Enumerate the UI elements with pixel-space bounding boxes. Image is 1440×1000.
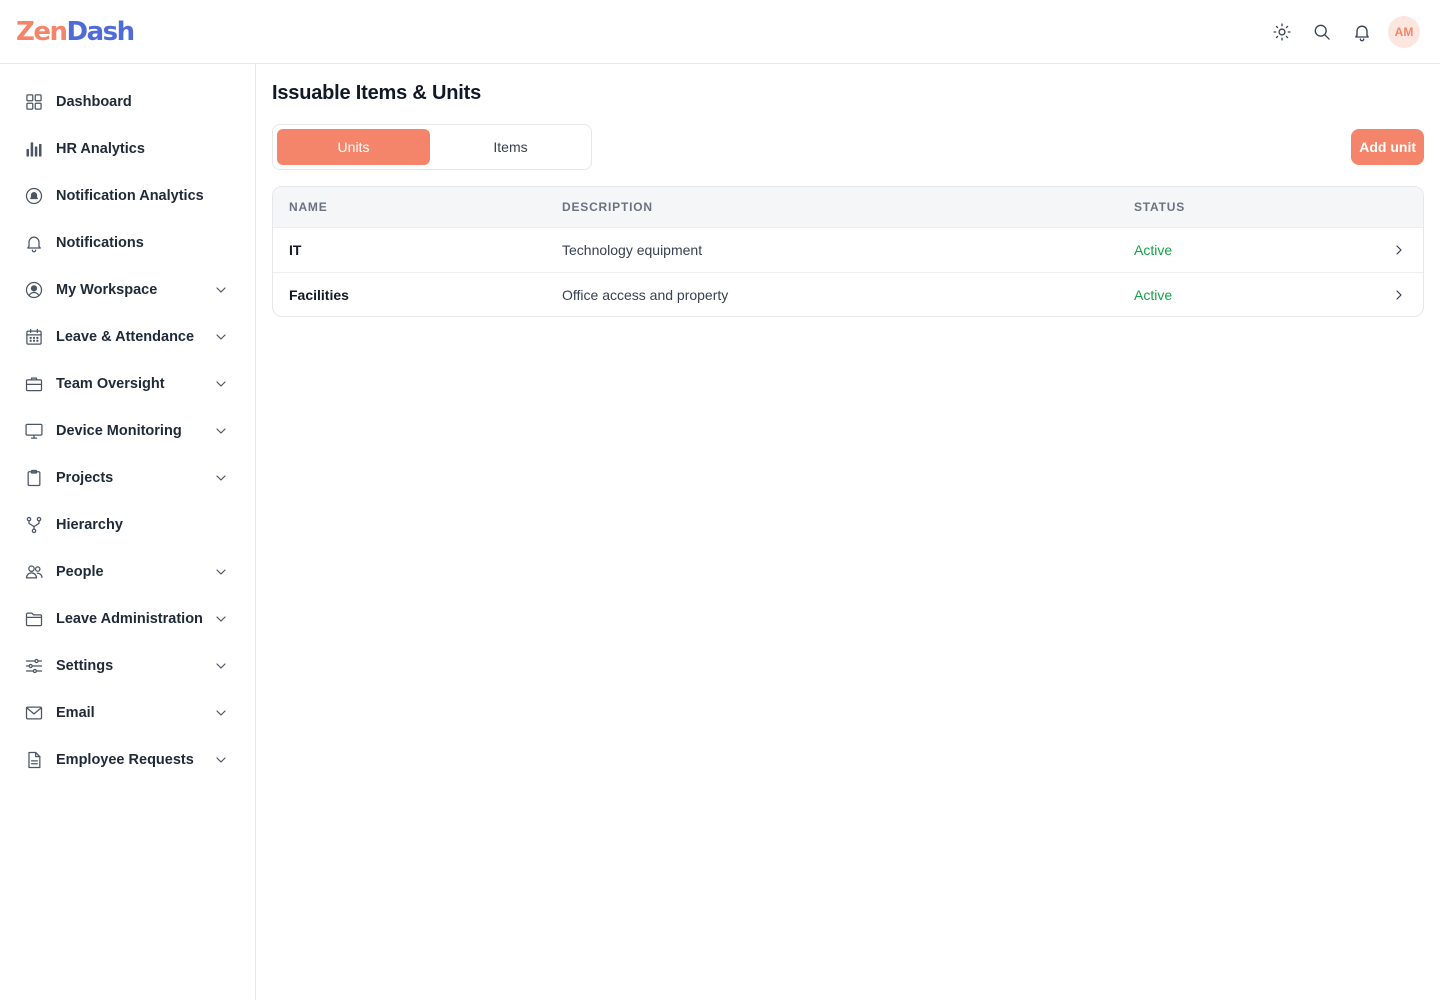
- theme-toggle-button[interactable]: [1266, 16, 1298, 48]
- folder-icon: [24, 609, 44, 629]
- sidebar-item-label: Employee Requests: [56, 751, 194, 768]
- sidebar-item-leave-attendance[interactable]: Leave & Attendance: [0, 313, 255, 360]
- sliders-icon: [24, 656, 44, 676]
- chevron-down-icon[interactable]: [213, 282, 229, 298]
- page-title: Issuable Items & Units: [272, 82, 481, 104]
- column-header-status: STATUS: [1134, 200, 1186, 214]
- chevron-right-icon[interactable]: [1391, 242, 1407, 258]
- add-unit-button[interactable]: Add unit: [1351, 129, 1424, 165]
- search-button[interactable]: [1306, 16, 1338, 48]
- calendar-icon: [24, 327, 44, 347]
- main-content: Issuable Items & Units Units Items Add u…: [256, 64, 1440, 1000]
- column-header-description: DESCRIPTION: [562, 200, 653, 214]
- sidebar-item-label: Leave Administration: [56, 610, 203, 627]
- search-icon: [1314, 24, 1330, 40]
- sidebar-item-employee-requests[interactable]: Employee Requests: [0, 736, 255, 783]
- chevron-down-icon[interactable]: [213, 329, 229, 345]
- document-icon: [24, 750, 44, 770]
- notifications-button[interactable]: [1346, 16, 1378, 48]
- sidebar-item-label: Device Monitoring: [56, 422, 182, 439]
- clipboard-icon: [24, 468, 44, 488]
- sidebar-item-projects[interactable]: Projects: [0, 454, 255, 501]
- status-badge: Active: [1134, 287, 1173, 303]
- briefcase-icon: [24, 374, 44, 394]
- chevron-down-icon[interactable]: [213, 752, 229, 768]
- mail-icon: [24, 703, 44, 723]
- sidebar-item-label: My Workspace: [56, 281, 158, 298]
- column-header-name: NAME: [289, 200, 328, 214]
- sidebar-item-label: Email: [56, 704, 95, 721]
- grid-icon: [24, 92, 44, 112]
- sidebar-nav: Dashboard HR Analytics Notification Anal…: [0, 64, 255, 783]
- chevron-down-icon[interactable]: [213, 611, 229, 627]
- sidebar-item-label: Leave & Attendance: [56, 328, 195, 345]
- sidebar-item-notifications[interactable]: Notifications: [0, 219, 255, 266]
- users-icon: [24, 562, 44, 582]
- cell-name: IT: [289, 242, 302, 258]
- sidebar-item-label: Projects: [56, 469, 114, 486]
- tab-items[interactable]: Items: [434, 129, 587, 165]
- bell-icon: [24, 233, 44, 253]
- chevron-down-icon[interactable]: [213, 705, 229, 721]
- sidebar-item-label: HR Analytics: [56, 140, 145, 157]
- notification-analytics-icon: [24, 186, 44, 206]
- bell-icon: [1355, 25, 1369, 42]
- header-actions: AM: [1266, 16, 1420, 48]
- sidebar-item-dashboard[interactable]: Dashboard: [0, 78, 255, 125]
- sidebar-item-settings[interactable]: Settings: [0, 642, 255, 689]
- sidebar-item-label: Team Oversight: [56, 375, 165, 392]
- units-items-tabs: Units Items: [272, 124, 592, 170]
- chevron-down-icon[interactable]: [213, 658, 229, 674]
- cell-name: Facilities: [289, 287, 349, 303]
- sidebar-item-team-oversight[interactable]: Team Oversight: [0, 360, 255, 407]
- sidebar-item-notification-analytics[interactable]: Notification Analytics: [0, 172, 255, 219]
- sidebar-item-leave-administration[interactable]: Leave Administration: [0, 595, 255, 642]
- sidebar-item-label: Dashboard: [56, 93, 132, 110]
- chevron-down-icon[interactable]: [213, 470, 229, 486]
- logo-text-zen: Zen: [16, 17, 68, 47]
- table-row[interactable]: IT Technology equipment Active: [273, 227, 1423, 272]
- sidebar-item-hierarchy[interactable]: Hierarchy: [0, 501, 255, 548]
- sidebar-item-label: Hierarchy: [56, 516, 123, 533]
- cell-description: Office access and property: [562, 287, 729, 303]
- user-circle-icon: [24, 280, 44, 300]
- chevron-down-icon[interactable]: [213, 376, 229, 392]
- sidebar-item-hr-analytics[interactable]: HR Analytics: [0, 125, 255, 172]
- table-row[interactable]: Facilities Office access and property Ac…: [273, 272, 1423, 316]
- chevron-down-icon[interactable]: [213, 564, 229, 580]
- logo-text-dash: Dash: [66, 17, 136, 47]
- monitor-icon: [24, 421, 44, 441]
- sun-icon: [1273, 23, 1291, 41]
- status-badge: Active: [1134, 242, 1173, 258]
- sidebar-item-label: Notification Analytics: [56, 187, 204, 204]
- sidebar-item-label: Notifications: [56, 234, 144, 251]
- hierarchy-icon: [24, 515, 44, 535]
- user-avatar[interactable]: AM: [1388, 16, 1420, 48]
- zendash-logo[interactable]: Zen Dash: [16, 14, 136, 50]
- chevron-right-icon[interactable]: [1391, 287, 1407, 303]
- table-header: NAME DESCRIPTION STATUS: [273, 187, 1423, 227]
- bar-chart-icon: [24, 139, 44, 159]
- sidebar-item-my-workspace[interactable]: My Workspace: [0, 266, 255, 313]
- sidebar-item-email[interactable]: Email: [0, 689, 255, 736]
- sidebar-item-device-monitoring[interactable]: Device Monitoring: [0, 407, 255, 454]
- sidebar-item-people[interactable]: People: [0, 548, 255, 595]
- sidebar-item-label: People: [56, 563, 104, 580]
- units-table: NAME DESCRIPTION STATUS IT Technology eq…: [272, 186, 1424, 317]
- tab-units[interactable]: Units: [277, 129, 430, 165]
- top-bar: Zen Dash AM: [0, 0, 1440, 64]
- cell-description: Technology equipment: [562, 242, 703, 258]
- sidebar-item-label: Settings: [56, 657, 114, 674]
- sidebar: Dashboard HR Analytics Notification Anal…: [0, 64, 256, 1000]
- chevron-down-icon[interactable]: [213, 423, 229, 439]
